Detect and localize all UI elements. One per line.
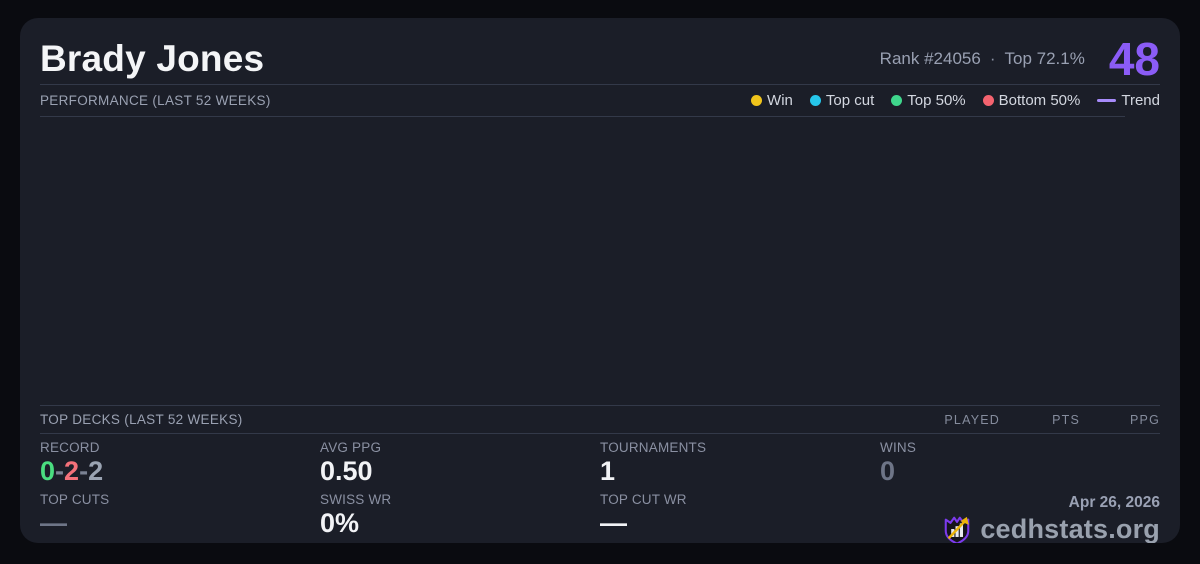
top-decks-columns: PLAYED PTS PPG	[920, 413, 1160, 427]
stat-top-cuts: TOP CUTS —	[40, 492, 320, 543]
record-separator: -	[79, 456, 88, 486]
stat-tournaments: TOURNAMENTS 1	[600, 440, 880, 492]
stat-top-cut-wr: TOP CUT WR —	[600, 492, 880, 543]
percentile-label: Top 72.1%	[1004, 49, 1084, 69]
footer-branding: Apr 26, 2026 cedhstats.org	[880, 492, 1160, 543]
wins-value: 0	[880, 456, 1160, 487]
column-ppg: PPG	[1080, 413, 1160, 427]
legend-label: Top 50%	[907, 92, 965, 109]
record-losses: 2	[64, 456, 79, 486]
legend-item-trend: Trend	[1097, 92, 1160, 109]
rank-separator: ·	[990, 49, 996, 69]
performance-title: PERFORMANCE (LAST 52 WEEKS)	[40, 93, 271, 108]
stat-swiss-wr: SWISS WR 0%	[320, 492, 600, 543]
stats-grid: RECORD 0-2-2 AVG PPG 0.50 TOURNAMENTS 1 …	[40, 434, 1160, 543]
legend-label: Bottom 50%	[999, 92, 1081, 109]
performance-chart	[40, 117, 1160, 405]
legend-label: Top cut	[826, 92, 874, 109]
rank-label: Rank #24056	[880, 49, 981, 69]
stat-label: TOP CUT WR	[600, 492, 880, 507]
stat-label: TOURNAMENTS	[600, 440, 880, 455]
top-cut-wr-value: —	[600, 508, 880, 539]
bottom50-dot-icon	[983, 95, 994, 106]
column-played: PLAYED	[920, 413, 1000, 427]
performance-header: PERFORMANCE (LAST 52 WEEKS) Win Top cut …	[40, 85, 1160, 116]
record-wins: 0	[40, 456, 55, 486]
cedhstats-shield-logo-icon	[942, 513, 972, 543]
stat-label: TOP CUTS	[40, 492, 320, 507]
legend-item-bottom50: Bottom 50%	[983, 92, 1081, 109]
card-header: Brady Jones Rank #24056 · Top 72.1% 48	[40, 33, 1160, 84]
card-date: Apr 26, 2026	[1069, 494, 1160, 512]
stat-label: SWISS WR	[320, 492, 600, 507]
top-decks-header: TOP DECKS (LAST 52 WEEKS) PLAYED PTS PPG	[40, 406, 1160, 433]
top-cut-dot-icon	[810, 95, 821, 106]
stat-label: AVG PPG	[320, 440, 600, 455]
legend-item-top50: Top 50%	[891, 92, 965, 109]
stat-avg-ppg: AVG PPG 0.50	[320, 440, 600, 492]
stat-label: RECORD	[40, 440, 320, 455]
stat-record: RECORD 0-2-2	[40, 440, 320, 492]
legend-label: Win	[767, 92, 793, 109]
trend-line-icon	[1097, 99, 1116, 102]
record-separator: -	[55, 456, 64, 486]
stat-label: WINS	[880, 440, 1160, 455]
top-cuts-value: —	[40, 508, 320, 539]
legend-item-win: Win	[751, 92, 793, 109]
stat-wins: WINS 0	[880, 440, 1160, 492]
player-name: Brady Jones	[40, 40, 264, 77]
player-score: 48	[1109, 36, 1160, 82]
legend-label: Trend	[1121, 92, 1160, 109]
column-pts: PTS	[1000, 413, 1080, 427]
rank-line: Rank #24056 · Top 72.1%	[880, 49, 1085, 69]
player-stats-card: Brady Jones Rank #24056 · Top 72.1% 48 P…	[20, 18, 1180, 543]
record-draws: 2	[88, 456, 103, 486]
top-decks-title: TOP DECKS (LAST 52 WEEKS)	[40, 412, 243, 427]
tournaments-value: 1	[600, 456, 880, 487]
site-brand: cedhstats.org	[942, 513, 1160, 543]
avg-ppg-value: 0.50	[320, 456, 600, 487]
chart-legend: Win Top cut Top 50% Bottom 50% Trend	[751, 92, 1160, 109]
record-value: 0-2-2	[40, 456, 320, 487]
win-dot-icon	[751, 95, 762, 106]
site-name: cedhstats.org	[980, 514, 1160, 544]
top50-dot-icon	[891, 95, 902, 106]
swiss-wr-value: 0%	[320, 508, 600, 539]
rank-score-group: Rank #24056 · Top 72.1% 48	[880, 36, 1160, 82]
legend-item-top-cut: Top cut	[810, 92, 874, 109]
